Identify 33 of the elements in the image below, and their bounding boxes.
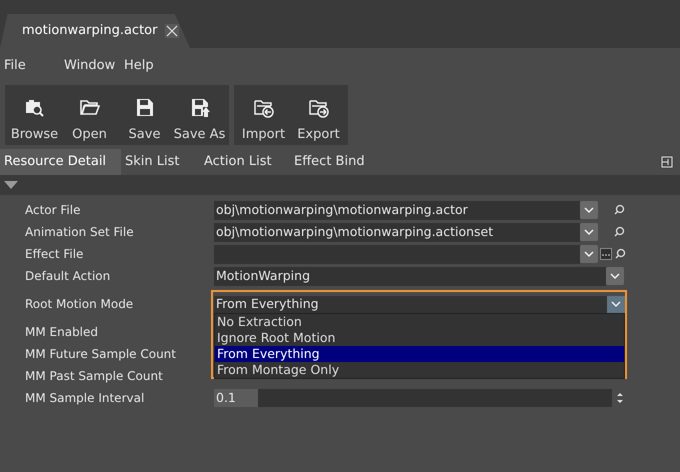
- combo-box[interactable]: From Everything: [214, 296, 608, 313]
- tab[interactable]: Skin List: [121, 149, 200, 175]
- document-tab[interactable]: motionwarping.actor: [0, 14, 190, 48]
- menu-item[interactable]: Help: [124, 56, 174, 76]
- dropdown-option[interactable]: From Everything: [215, 346, 624, 362]
- dropdown-option[interactable]: From Montage Only: [215, 362, 624, 378]
- combo-box[interactable]: MotionWarping: [214, 266, 606, 286]
- property-label: Root Motion Mode: [24, 296, 134, 313]
- open-button[interactable]: Open: [62, 85, 117, 145]
- property-label: MM Past Sample Count: [24, 368, 164, 385]
- property-label: Default Action: [24, 268, 112, 285]
- menu-item[interactable]: Window: [64, 56, 124, 76]
- dropdown-option[interactable]: No Extraction: [215, 314, 624, 330]
- property-label: MM Future Sample Count: [24, 346, 177, 363]
- menu-item[interactable]: File: [0, 56, 64, 76]
- property-label: MM Sample Interval: [24, 390, 146, 407]
- path-field[interactable]: obj\motionwarping\motionwarping.actionset: [214, 222, 580, 242]
- property-label: Effect File: [24, 246, 84, 263]
- property-label: Animation Set File: [24, 224, 135, 241]
- save-button[interactable]: Save: [117, 85, 172, 145]
- spin-value: 0.1: [214, 389, 258, 407]
- tab[interactable]: Action List: [200, 149, 290, 175]
- import-button[interactable]: Import: [236, 85, 291, 145]
- spin-box[interactable]: 0.1: [214, 389, 612, 407]
- dropdown-option[interactable]: Ignore Root Motion: [215, 330, 624, 346]
- saveas-button[interactable]: Save As: [172, 85, 227, 145]
- tab[interactable]: Effect Bind: [290, 149, 380, 175]
- property-label: Actor File: [24, 202, 82, 219]
- export-button[interactable]: Export: [291, 85, 346, 145]
- path-field[interactable]: obj\motionwarping\motionwarping.actor: [214, 200, 580, 220]
- browse-button[interactable]: Browse: [7, 85, 62, 145]
- tab[interactable]: Resource Detail: [0, 149, 121, 175]
- property-label: MM Enabled: [24, 324, 100, 341]
